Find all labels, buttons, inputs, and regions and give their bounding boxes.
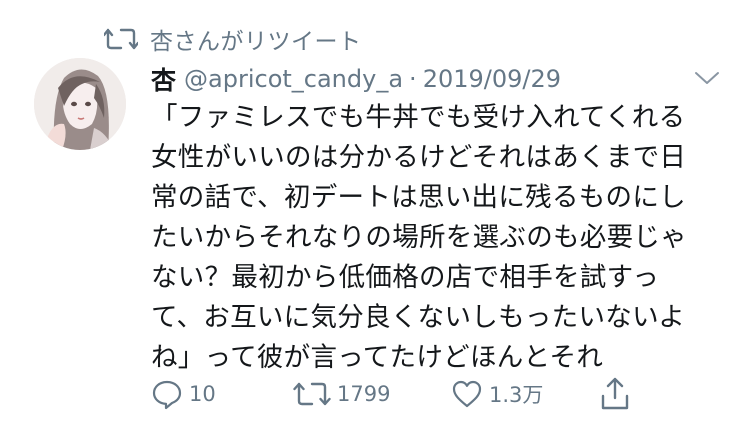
reply-icon (152, 380, 182, 410)
like-button[interactable]: 1.3万 (451, 374, 543, 414)
retweet-button[interactable]: 1799 (293, 374, 390, 414)
tweet-text-line: て、お互いに気分良くないしもったいないよ (151, 302, 686, 333)
tweet-text: 「ファミレスでも牛丼でも受け入れてくれる 女性がいいのは分かるけどそれはあくまで… (151, 98, 711, 378)
heart-icon (452, 380, 482, 408)
header-separator: · (409, 65, 417, 93)
retweet-icon (293, 382, 331, 406)
share-button[interactable] (599, 374, 637, 414)
chevron-down-icon[interactable] (690, 68, 724, 88)
tweet-text-line: ね」って彼が言ってたけどほんとそれ (151, 342, 604, 373)
retweet-count: 1799 (337, 382, 391, 406)
retweet-banner-text: 杏さんがリツイート (150, 29, 362, 55)
tweet-text-line: 「ファミレスでも牛丼でも受け入れてくれる (151, 102, 686, 133)
avatar-illustration (34, 58, 126, 150)
tweet-text-line: たいからそれなりの場所を選ぶのも必要じゃ (151, 222, 687, 253)
tweet-header: 杏 @apricot_candy_a · 2019/09/29 (151, 62, 721, 96)
tweet-text-line: 女性がいいのは分かるけどそれはあくまで日 (151, 142, 687, 173)
retweet-banner[interactable]: 杏さんがリツイート (104, 24, 362, 55)
reply-count: 10 (189, 382, 216, 406)
avatar[interactable] (34, 58, 126, 150)
tweet-date[interactable]: 2019/09/29 (423, 65, 561, 93)
tweet-text-line: ない？最初から低価格の店で相手を試すっ (151, 262, 660, 293)
display-name[interactable]: 杏 (151, 61, 176, 97)
reply-button[interactable]: 10 (151, 374, 216, 414)
tweet-text-line: 常の話で、初デートは思い出に残るものにし (151, 182, 686, 213)
retweet-icon (104, 28, 138, 50)
tweet-actions: 10 1799 1.3万 (151, 374, 651, 414)
like-count: 1.3万 (489, 383, 544, 407)
share-icon (601, 377, 629, 410)
user-handle[interactable]: @apricot_candy_a (184, 65, 403, 93)
